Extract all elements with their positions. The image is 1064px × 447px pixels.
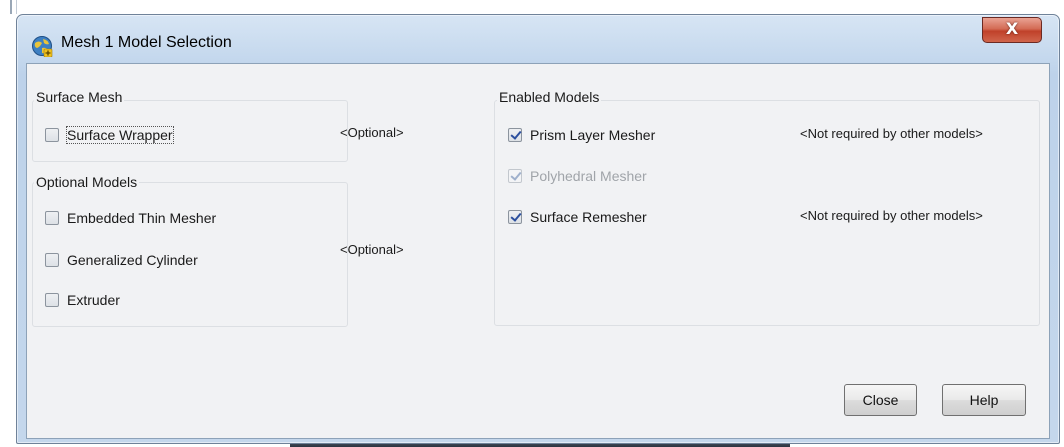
extruder-option[interactable]: Extruder: [45, 290, 120, 310]
window-title: Mesh 1 Model Selection: [61, 34, 232, 51]
close-button[interactable]: Close: [844, 384, 917, 416]
surface-wrapper-label: Surface Wrapper: [66, 126, 174, 144]
window-close-button[interactable]: X: [982, 17, 1042, 43]
app-globe-icon: [31, 35, 53, 58]
background-edge: [10, 0, 12, 14]
enabled-models-group-label: Enabled Models: [497, 89, 602, 105]
generalized-cylinder-checkbox[interactable]: [45, 253, 59, 267]
model-selection-dialog: Mesh 1 Model Selection X Surface Mesh Su…: [16, 14, 1060, 444]
surface-mesh-group-label: Surface Mesh: [34, 89, 125, 105]
surface-mesh-optional-note: <Optional>: [340, 125, 404, 140]
extruder-label: Extruder: [67, 292, 120, 308]
prism-layer-mesher-note: <Not required by other models>: [800, 126, 983, 141]
dialog-body: Surface Mesh Surface Wrapper <Optional> …: [26, 63, 1050, 439]
generalized-cylinder-option[interactable]: Generalized Cylinder: [45, 250, 198, 270]
background-edge-inner: [16, 0, 17, 14]
surface-remesher-note: <Not required by other models>: [800, 208, 983, 223]
embedded-thin-mesher-label: Embedded Thin Mesher: [67, 210, 217, 226]
surface-remesher-label: Surface Remesher: [530, 209, 647, 225]
embedded-thin-mesher-checkbox[interactable]: [45, 211, 59, 225]
polyhedral-mesher-checkbox: [508, 169, 522, 183]
optional-models-optional-note: <Optional>: [340, 242, 404, 257]
polyhedral-mesher-label: Polyhedral Mesher: [530, 168, 647, 184]
surface-remesher-checkbox[interactable]: [508, 210, 522, 224]
generalized-cylinder-label: Generalized Cylinder: [67, 252, 198, 268]
extruder-checkbox[interactable]: [45, 293, 59, 307]
prism-layer-mesher-label: Prism Layer Mesher: [530, 127, 656, 143]
surface-wrapper-option[interactable]: Surface Wrapper: [45, 125, 174, 145]
optional-models-group-label: Optional Models: [34, 174, 140, 190]
embedded-thin-mesher-option[interactable]: Embedded Thin Mesher: [45, 208, 216, 228]
polyhedral-mesher-option: Polyhedral Mesher: [508, 166, 647, 186]
title-bar[interactable]: Mesh 1 Model Selection X: [17, 15, 1059, 65]
prism-layer-mesher-option[interactable]: Prism Layer Mesher: [508, 125, 655, 145]
surface-remesher-option[interactable]: Surface Remesher: [508, 207, 647, 227]
help-button[interactable]: Help: [942, 384, 1026, 416]
surface-wrapper-checkbox[interactable]: [45, 128, 59, 142]
prism-layer-mesher-checkbox[interactable]: [508, 128, 522, 142]
